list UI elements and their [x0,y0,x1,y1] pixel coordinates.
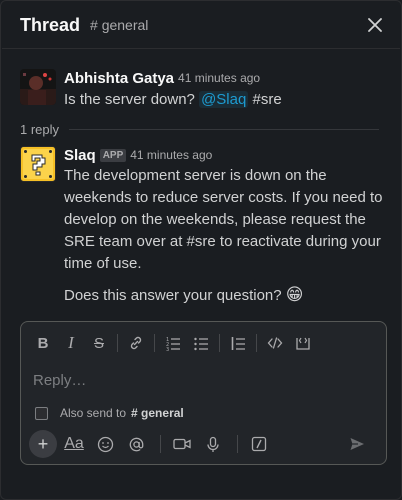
channel-link[interactable]: #sre [248,91,281,108]
svg-text:3: 3 [166,347,169,351]
message-text: Is the server down? @Slaq #sre [64,89,385,111]
parent-message: Abhishta Gatya 41 minutes ago Is the ser… [20,69,385,111]
slash-command-icon[interactable] [245,430,273,458]
close-icon[interactable] [364,14,386,36]
code-icon[interactable] [261,330,289,356]
message-text-part: Is the server down? [64,91,200,108]
toolbar-divider [117,334,118,352]
reply-count: 1 reply [20,121,60,137]
toolbar-divider [256,334,257,352]
formatting-toolbar: B I S 123 [29,330,317,356]
formatting-icon[interactable]: Aa [60,430,88,458]
ordered-list-icon[interactable]: 123 [159,330,187,356]
video-icon[interactable] [168,430,196,458]
toolbar-divider [154,334,155,352]
plus-icon[interactable]: + [29,430,57,458]
message-time[interactable]: 41 minutes ago [130,148,212,162]
reply-input[interactable]: Reply… [33,372,86,389]
composer-actions: + Aa [29,430,378,458]
also-send-channel[interactable]: # general [131,406,184,420]
thread-channel[interactable]: # general [90,17,148,33]
message-time[interactable]: 41 minutes ago [178,71,260,85]
user-mention[interactable]: @Slaq [199,91,249,108]
message-author[interactable]: Slaq [64,147,96,164]
bold-icon[interactable]: B [29,330,57,356]
also-send-checkbox[interactable] [35,406,48,420]
message-text: Does this answer your question? 😁 [64,284,385,307]
question-block-avatar[interactable] [20,146,56,182]
toolbar-divider [160,435,161,453]
also-send-option: Also send to # general [35,406,184,420]
reply-composer: B I S 123 Reply… Also send to # general … [20,321,387,465]
app-badge: APP [99,148,127,162]
thread-panel: Thread # general Abhishta Gatya 41 minut… [0,0,402,500]
divider-line [69,128,379,130]
toolbar-divider [237,435,238,453]
message-text-part: Does this answer your question? [64,287,282,304]
strikethrough-icon[interactable]: S [85,330,113,356]
message-text: The development server is down on the we… [64,167,383,272]
grinning-emoji-icon: 😁 [285,285,304,304]
code-block-icon[interactable] [289,330,317,356]
emoji-icon[interactable] [91,430,119,458]
user-avatar[interactable] [20,69,56,105]
thread-header: Thread # general [2,2,400,49]
link-icon[interactable] [122,330,150,356]
mention-icon[interactable] [122,430,150,458]
reply-message: Slaq APP 41 minutes ago The development … [20,146,385,307]
bulleted-list-icon[interactable] [187,330,215,356]
blockquote-icon[interactable] [224,330,252,356]
message-author[interactable]: Abhishta Gatya [64,70,174,87]
microphone-icon[interactable] [199,430,227,458]
toolbar-divider [219,334,220,352]
also-send-label[interactable]: Also send to [60,406,126,420]
thread-title: Thread [20,14,81,35]
italic-icon[interactable]: I [57,330,85,356]
send-icon[interactable] [343,430,371,458]
reply-count-divider: 1 reply [20,120,379,138]
